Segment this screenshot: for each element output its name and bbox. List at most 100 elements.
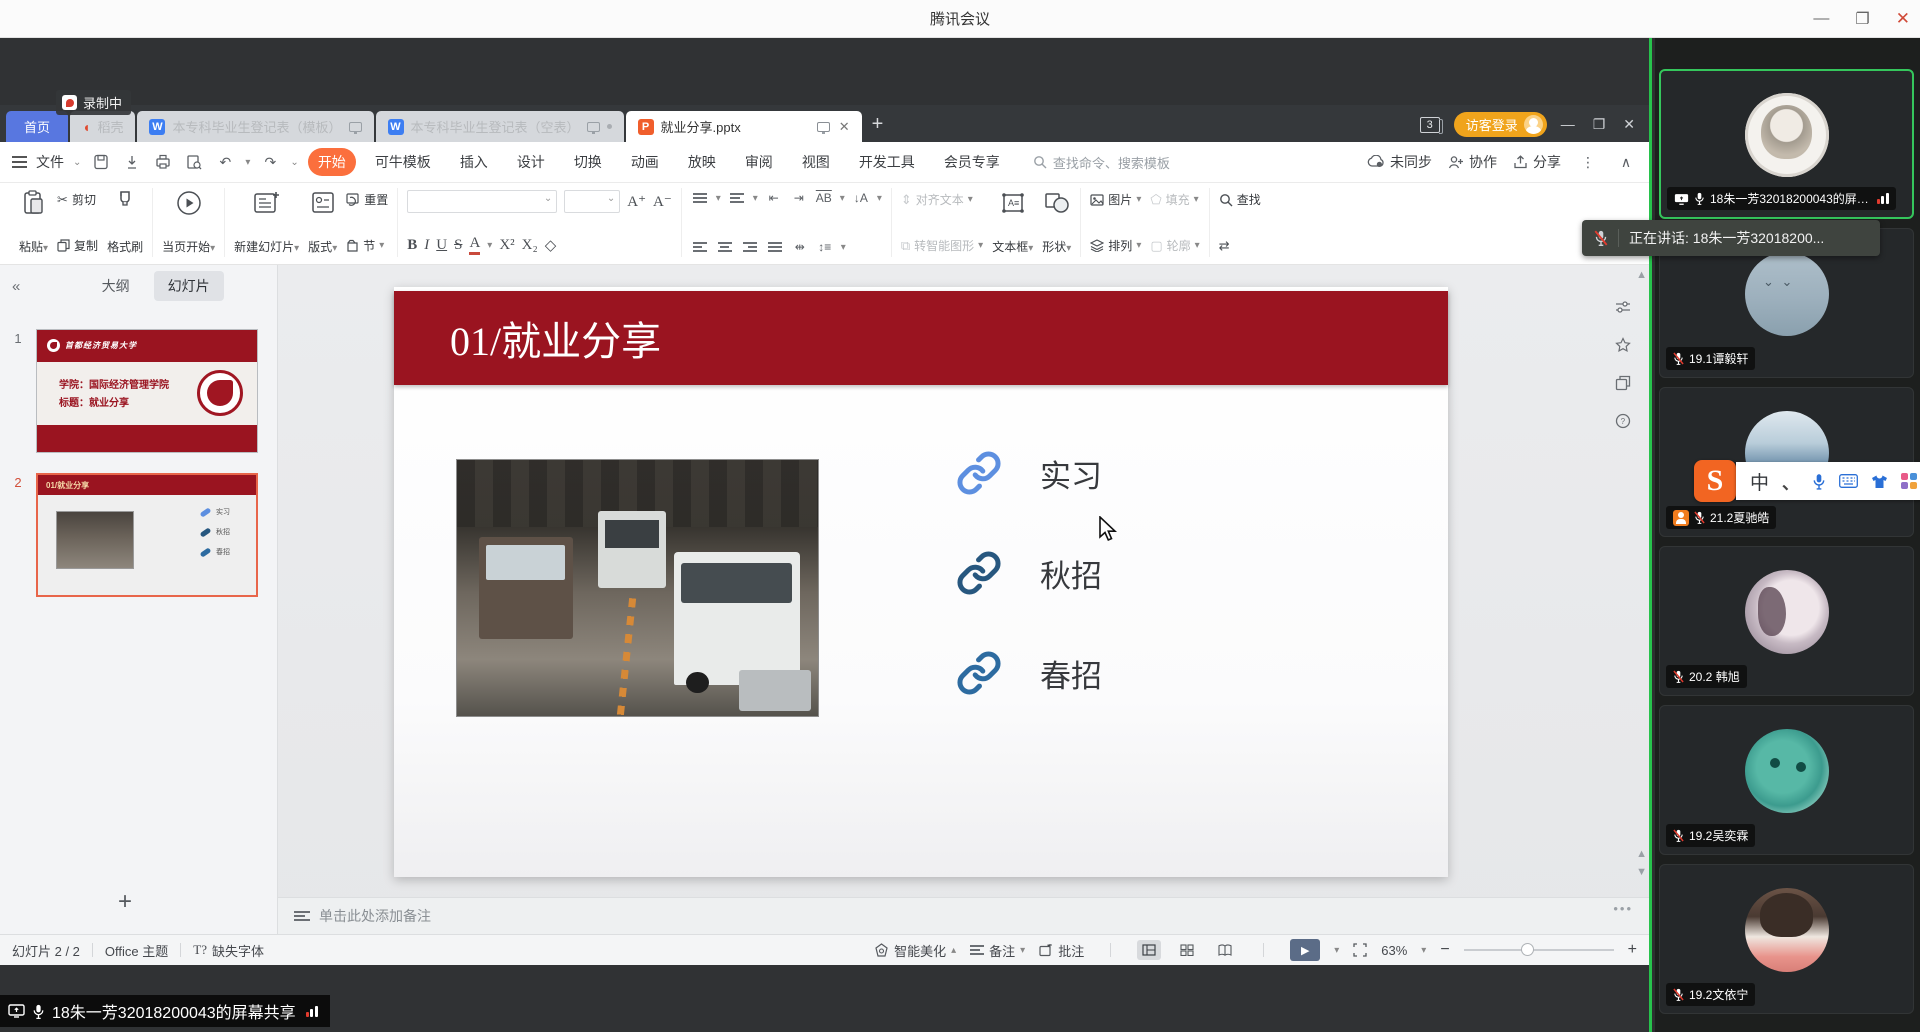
- scroll-up-icon[interactable]: ▲: [1636, 269, 1647, 281]
- ribbon-tab-member[interactable]: 会员专享: [934, 148, 1010, 176]
- ribbon-tab-devtools[interactable]: 开发工具: [849, 148, 925, 176]
- fill-button[interactable]: ⬠ 填充 ▾: [1150, 191, 1199, 208]
- slide-sorter-view-button[interactable]: [1175, 940, 1199, 960]
- increase-font-button[interactable]: A⁺: [627, 192, 646, 211]
- wps-restore-button[interactable]: ❐: [1593, 116, 1606, 133]
- increase-indent-button[interactable]: ⇥: [790, 190, 808, 206]
- slide-title-bar[interactable]: 01/就业分享: [394, 291, 1448, 385]
- zoom-slider-knob[interactable]: [1521, 943, 1534, 956]
- superscript-button[interactable]: X²: [499, 237, 514, 254]
- ribbon-tab-animation[interactable]: 动画: [621, 148, 669, 176]
- ime-language-toggle[interactable]: 中: [1750, 468, 1769, 495]
- bullet-list-button[interactable]: [691, 190, 709, 206]
- next-slide-icon[interactable]: ▼: [1636, 866, 1647, 878]
- ribbon-tab-view[interactable]: 视图: [792, 148, 840, 176]
- arrange-button[interactable]: 排列 ▾: [1090, 237, 1141, 254]
- font-color-button[interactable]: A: [469, 235, 480, 255]
- print-preview-icon[interactable]: [183, 152, 205, 172]
- sogou-logo-icon[interactable]: S: [1694, 460, 1736, 502]
- slide-link-item[interactable]: 实习: [956, 447, 1102, 499]
- notes-more-icon[interactable]: •••: [1613, 901, 1633, 916]
- slide-thumbnail-2-selected[interactable]: 01/就业分享 实习 秋招 春招: [36, 473, 258, 597]
- redo-icon[interactable]: ↷: [259, 152, 281, 172]
- line-spacing-button[interactable]: ↕≡: [816, 239, 834, 255]
- chevron-down-icon[interactable]: ⌄: [290, 157, 298, 168]
- tab-doc2[interactable]: W 本专科毕业生登记表（空表）: [376, 111, 624, 142]
- close-tab-icon[interactable]: ✕: [839, 119, 850, 135]
- numbered-list-button[interactable]: [728, 190, 746, 206]
- more-options-icon[interactable]: ⋮: [1577, 152, 1599, 172]
- save-icon[interactable]: [90, 152, 112, 172]
- chevron-down-icon[interactable]: ▾: [1421, 945, 1426, 956]
- zoom-out-button[interactable]: −: [1440, 941, 1449, 959]
- font-name-select[interactable]: [407, 190, 557, 213]
- sort-text-button[interactable]: ↓A: [852, 190, 870, 206]
- ime-skin-icon[interactable]: [1871, 474, 1888, 489]
- font-size-select[interactable]: [564, 190, 620, 213]
- tab-slides[interactable]: 幻灯片: [154, 271, 224, 301]
- replace-button[interactable]: ⇄: [1219, 238, 1261, 254]
- ribbon-tab-templates[interactable]: 可牛模板: [365, 148, 441, 176]
- export-icon[interactable]: [121, 152, 143, 172]
- collaborate-button[interactable]: 协作: [1448, 152, 1497, 172]
- participant-tile[interactable]: 19.2吴奕霖: [1659, 705, 1914, 855]
- copy-button[interactable]: 复制: [57, 237, 98, 254]
- favorites-star-icon[interactable]: [1615, 337, 1631, 353]
- tab-doc1[interactable]: W 本专科毕业生登记表（模板）: [137, 111, 373, 142]
- new-tab-button[interactable]: +: [872, 113, 884, 136]
- comments-button[interactable]: 批注: [1039, 941, 1084, 960]
- undo-icon[interactable]: ↶: [214, 152, 236, 172]
- reading-view-button[interactable]: [1213, 940, 1237, 960]
- section-button[interactable]: 节 ▾: [346, 237, 388, 254]
- wps-close-button[interactable]: ✕: [1623, 116, 1635, 133]
- slide-editor[interactable]: 01/就业分享 实习: [394, 287, 1448, 877]
- share-button[interactable]: 分享: [1513, 152, 1561, 172]
- restore-button[interactable]: ❐: [1855, 9, 1869, 29]
- clear-format-button[interactable]: ◇: [545, 236, 557, 255]
- ribbon-tab-slideshow[interactable]: 放映: [678, 148, 726, 176]
- align-left-button[interactable]: [691, 239, 709, 255]
- strikethrough-button[interactable]: S: [454, 237, 462, 254]
- tab-home[interactable]: 首页: [6, 111, 68, 142]
- layout-button[interactable]: 版式▾: [308, 188, 337, 257]
- missing-font-warning[interactable]: T? 缺失字体: [193, 941, 264, 960]
- cut-button[interactable]: ✂ 剪切: [57, 191, 98, 208]
- tab-outline[interactable]: 大纲: [88, 271, 144, 301]
- collapse-panel-button[interactable]: «: [12, 278, 20, 295]
- fit-slide-icon[interactable]: [1353, 943, 1367, 957]
- participant-tile[interactable]: 18朱一芳32018200043的屏…: [1659, 69, 1914, 219]
- duplicate-icon[interactable]: [1615, 375, 1631, 391]
- underline-button[interactable]: U: [436, 237, 447, 254]
- text-direction-button[interactable]: AB: [815, 190, 833, 206]
- smart-beautify-button[interactable]: 智能美化 ▴: [874, 941, 956, 960]
- close-button[interactable]: ✕: [1896, 9, 1910, 29]
- ribbon-tab-insert[interactable]: 插入: [450, 148, 498, 176]
- slide-link-item[interactable]: 春招: [956, 647, 1102, 699]
- ime-keyboard-icon[interactable]: [1839, 474, 1858, 488]
- find-button[interactable]: 查找: [1219, 191, 1261, 208]
- slide-nav-arrows[interactable]: ▲ ▼: [1636, 848, 1647, 878]
- ribbon-tab-start[interactable]: 开始: [308, 148, 356, 176]
- justify-button[interactable]: [766, 239, 784, 255]
- decrease-indent-button[interactable]: ⇤: [765, 190, 783, 206]
- ribbon-tab-review[interactable]: 审阅: [735, 148, 783, 176]
- notes-toggle-button[interactable]: 备注 ▾: [970, 941, 1025, 960]
- sync-status-button[interactable]: 未同步: [1367, 152, 1432, 172]
- notes-bar[interactable]: 单击此处添加备注: [278, 897, 1649, 934]
- ime-toolbox-icon[interactable]: [1901, 473, 1917, 489]
- chevron-down-icon[interactable]: ▾: [487, 240, 492, 251]
- help-icon[interactable]: ?: [1615, 413, 1631, 429]
- distribute-button[interactable]: ⇹: [791, 239, 809, 255]
- theme-name[interactable]: Office 主题: [105, 941, 168, 960]
- bold-button[interactable]: B: [407, 237, 417, 254]
- ribbon-tab-transition[interactable]: 切换: [564, 148, 612, 176]
- paste-button[interactable]: 粘贴▾: [19, 188, 48, 257]
- minimize-button[interactable]: —: [1813, 10, 1829, 28]
- window-switch-badge[interactable]: 3: [1420, 117, 1440, 133]
- hamburger-icon[interactable]: [12, 156, 27, 168]
- reset-button[interactable]: 重置: [346, 191, 388, 208]
- new-slide-button[interactable]: 新建幻灯片▾: [234, 188, 299, 257]
- align-center-button[interactable]: [716, 239, 734, 255]
- object-properties-icon[interactable]: [1615, 299, 1631, 315]
- tab-active-pptx[interactable]: P 就业分享.pptx ✕: [626, 111, 862, 142]
